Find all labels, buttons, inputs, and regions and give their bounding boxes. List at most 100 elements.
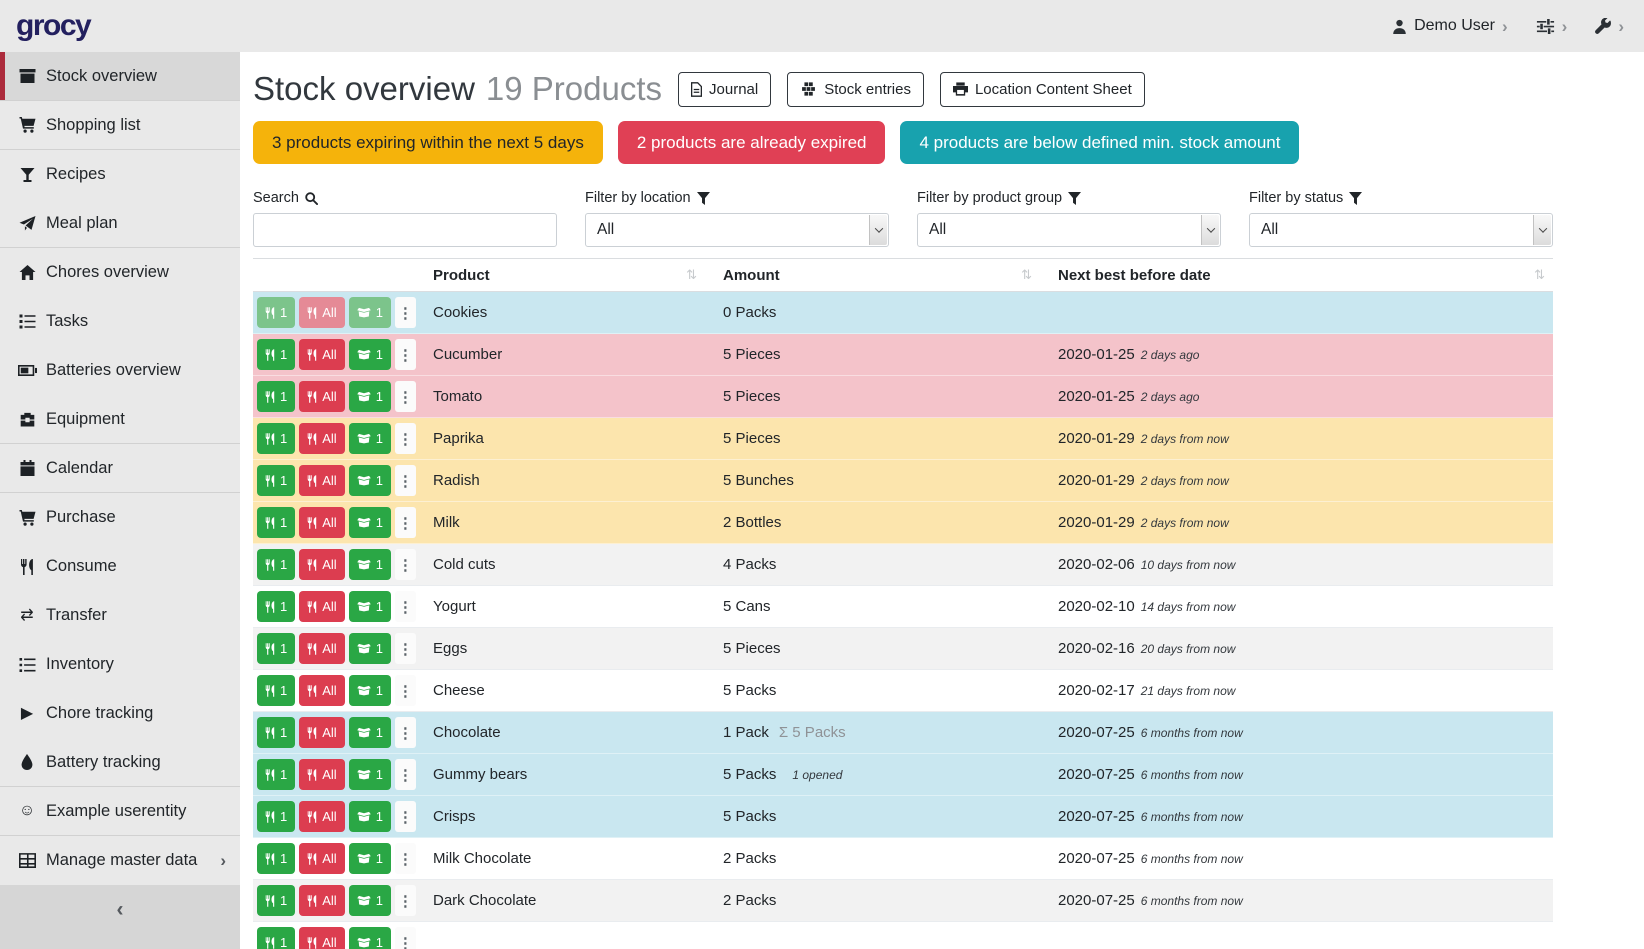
row-menu-button[interactable]: ⋮ bbox=[395, 717, 416, 748]
sidebar-item-consume[interactable]: Consume bbox=[0, 542, 240, 591]
consume-one-button[interactable]: 1 bbox=[257, 843, 295, 874]
consume-all-button[interactable]: All bbox=[299, 339, 344, 370]
sidebar: Stock overview Shopping list Recipes Mea… bbox=[0, 52, 240, 949]
consume-all-button[interactable]: All bbox=[299, 591, 344, 622]
sidebar-item-chores-overview[interactable]: Chores overview bbox=[0, 248, 240, 297]
sidebar-item-equipment[interactable]: Equipment bbox=[0, 395, 240, 444]
row-menu-button[interactable]: ⋮ bbox=[395, 465, 416, 496]
open-one-button[interactable]: 1 bbox=[349, 507, 391, 538]
open-one-button[interactable]: 1 bbox=[349, 381, 391, 412]
search-input[interactable] bbox=[253, 213, 557, 247]
consume-all-button[interactable]: All bbox=[299, 381, 344, 412]
open-one-button[interactable]: 1 bbox=[349, 843, 391, 874]
sidebar-item-battery-tracking[interactable]: Battery tracking bbox=[0, 738, 240, 787]
consume-all-button[interactable]: All bbox=[299, 549, 344, 580]
sidebar-item-inventory[interactable]: Inventory bbox=[0, 640, 240, 689]
row-menu-button[interactable]: ⋮ bbox=[395, 339, 416, 370]
consume-one-button[interactable]: 1 bbox=[257, 633, 295, 664]
sidebar-item-calendar[interactable]: Calendar bbox=[0, 444, 240, 493]
consume-one-button[interactable]: 1 bbox=[257, 549, 295, 580]
sidebar-item-example-userentity[interactable]: ☺ Example userentity bbox=[0, 787, 240, 836]
sidebar-item-chore-tracking[interactable]: ▶ Chore tracking bbox=[0, 689, 240, 738]
open-one-button[interactable]: 1 bbox=[349, 339, 391, 370]
open-one-button[interactable]: 1 bbox=[349, 591, 391, 622]
row-menu-button[interactable]: ⋮ bbox=[395, 843, 416, 874]
row-menu-button[interactable]: ⋮ bbox=[395, 423, 416, 454]
consume-all-button[interactable]: All bbox=[299, 843, 344, 874]
row-menu-button[interactable]: ⋮ bbox=[395, 801, 416, 832]
row-menu-button[interactable]: ⋮ bbox=[395, 507, 416, 538]
open-one-button[interactable]: 1 bbox=[349, 465, 391, 496]
consume-one-button[interactable]: 1 bbox=[257, 801, 295, 832]
consume-one-button[interactable]: 1 bbox=[257, 297, 295, 328]
consume-one-button[interactable]: 1 bbox=[257, 591, 295, 622]
consume-all-button[interactable]: All bbox=[299, 759, 344, 790]
consume-one-button[interactable]: 1 bbox=[257, 381, 295, 412]
product-group-filter-select[interactable]: All bbox=[917, 213, 1221, 247]
settings-menu[interactable]: › bbox=[1536, 18, 1568, 35]
stock-entries-button[interactable]: Stock entries bbox=[787, 72, 924, 107]
row-menu-button[interactable]: ⋮ bbox=[395, 633, 416, 664]
row-menu-button[interactable]: ⋮ bbox=[395, 381, 416, 412]
consume-one-button[interactable]: 1 bbox=[257, 927, 295, 949]
status-filter-select[interactable]: All bbox=[1249, 213, 1553, 247]
open-one-button[interactable]: 1 bbox=[349, 633, 391, 664]
open-one-button[interactable]: 1 bbox=[349, 927, 391, 949]
journal-button[interactable]: Journal bbox=[678, 72, 771, 107]
date-column-header[interactable]: Next best before date ⇅ bbox=[1040, 259, 1553, 291]
open-one-button[interactable]: 1 bbox=[349, 717, 391, 748]
row-menu-button[interactable]: ⋮ bbox=[395, 591, 416, 622]
below-min-stock-banner[interactable]: 4 products are below defined min. stock … bbox=[900, 121, 1299, 164]
user-menu[interactable]: Demo User › bbox=[1392, 17, 1508, 35]
consume-all-button[interactable]: All bbox=[299, 633, 344, 664]
consume-one-button[interactable]: 1 bbox=[257, 423, 295, 454]
row-menu-button[interactable]: ⋮ bbox=[395, 927, 416, 949]
open-one-button[interactable]: 1 bbox=[349, 759, 391, 790]
location-filter-select[interactable]: All bbox=[585, 213, 889, 247]
sidebar-item-purchase[interactable]: Purchase bbox=[0, 493, 240, 542]
open-one-button[interactable]: 1 bbox=[349, 549, 391, 580]
consume-one-button[interactable]: 1 bbox=[257, 885, 295, 916]
consume-one-button[interactable]: 1 bbox=[257, 465, 295, 496]
amount-column-header[interactable]: Amount ⇅ bbox=[705, 259, 1040, 291]
consume-all-button[interactable]: All bbox=[299, 885, 344, 916]
consume-one-button[interactable]: 1 bbox=[257, 339, 295, 370]
consume-all-button[interactable]: All bbox=[299, 507, 344, 538]
expiring-soon-banner[interactable]: 3 products expiring within the next 5 da… bbox=[253, 121, 603, 164]
row-menu-button[interactable]: ⋮ bbox=[395, 549, 416, 580]
open-one-button[interactable]: 1 bbox=[349, 423, 391, 454]
open-one-button[interactable]: 1 bbox=[349, 297, 391, 328]
consume-one-button[interactable]: 1 bbox=[257, 507, 295, 538]
open-one-button[interactable]: 1 bbox=[349, 801, 391, 832]
consume-all-button[interactable]: All bbox=[299, 927, 344, 949]
consume-all-button[interactable]: All bbox=[299, 465, 344, 496]
consume-all-button[interactable]: All bbox=[299, 801, 344, 832]
wrench-icon bbox=[1595, 18, 1611, 34]
open-one-button[interactable]: 1 bbox=[349, 675, 391, 706]
collapse-sidebar-button[interactable]: ‹ bbox=[117, 898, 124, 921]
consume-all-button[interactable]: All bbox=[299, 717, 344, 748]
row-menu-button[interactable]: ⋮ bbox=[395, 885, 416, 916]
row-menu-button[interactable]: ⋮ bbox=[395, 759, 416, 790]
row-menu-button[interactable]: ⋮ bbox=[395, 675, 416, 706]
consume-one-button[interactable]: 1 bbox=[257, 759, 295, 790]
consume-one-button[interactable]: 1 bbox=[257, 675, 295, 706]
sidebar-item-shopping-list[interactable]: Shopping list bbox=[0, 101, 240, 150]
location-content-sheet-button[interactable]: Location Content Sheet bbox=[940, 72, 1145, 107]
product-column-header[interactable]: Product ⇅ bbox=[425, 259, 705, 291]
sidebar-item-meal-plan[interactable]: Meal plan bbox=[0, 199, 240, 248]
consume-all-button[interactable]: All bbox=[299, 423, 344, 454]
sidebar-item-transfer[interactable]: ⇄ Transfer bbox=[0, 591, 240, 640]
expired-banner[interactable]: 2 products are already expired bbox=[618, 121, 886, 164]
consume-all-button[interactable]: All bbox=[299, 675, 344, 706]
sidebar-item-tasks[interactable]: Tasks bbox=[0, 297, 240, 346]
sidebar-item-recipes[interactable]: Recipes bbox=[0, 150, 240, 199]
row-menu-button[interactable]: ⋮ bbox=[395, 297, 416, 328]
consume-all-button[interactable]: All bbox=[299, 297, 344, 328]
sidebar-item-batteries-overview[interactable]: Batteries overview bbox=[0, 346, 240, 395]
admin-menu[interactable]: › bbox=[1595, 18, 1624, 35]
sidebar-item-manage-master-data[interactable]: Manage master data › bbox=[0, 836, 240, 885]
consume-one-button[interactable]: 1 bbox=[257, 717, 295, 748]
open-one-button[interactable]: 1 bbox=[349, 885, 391, 916]
sidebar-item-stock-overview[interactable]: Stock overview bbox=[0, 52, 240, 101]
